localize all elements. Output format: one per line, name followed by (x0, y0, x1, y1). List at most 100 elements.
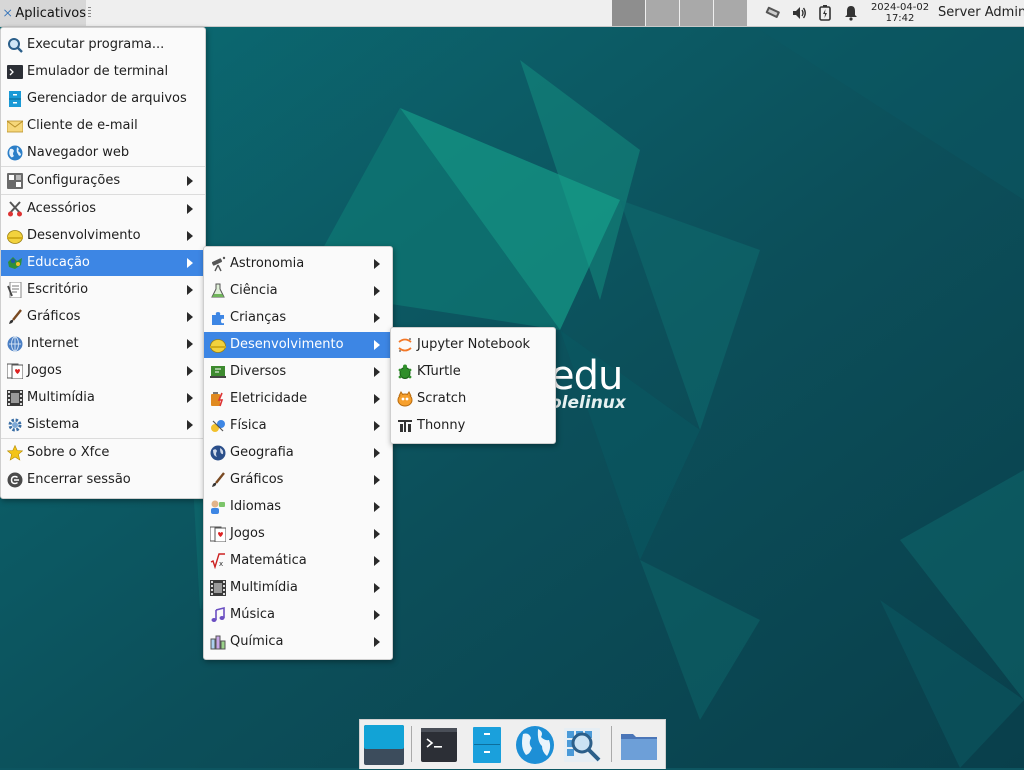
menu-item-quimica[interactable]: Química (204, 629, 392, 655)
battery-icon[interactable] (816, 4, 834, 22)
menu-item-jupyter-notebook[interactable]: Jupyter Notebook (391, 332, 555, 358)
star-icon (7, 445, 23, 461)
menu-item-kturtle[interactable]: KTurtle (391, 359, 555, 385)
menu-item-musica[interactable]: Música (204, 602, 392, 628)
menu-item-cliente-de-e-mail[interactable]: Cliente de e-mail (1, 113, 205, 139)
menu-item-acessorios[interactable]: Acessórios (1, 196, 205, 222)
submenu-arrow-icon (374, 340, 380, 350)
network-icon[interactable] (764, 4, 782, 22)
menu-item-multimidia[interactable]: Multimídia (204, 575, 392, 601)
menu-item-label: Matemática (230, 553, 307, 568)
menu-item-eletricidade[interactable]: Eletricidade (204, 386, 392, 412)
menu-item-educacao[interactable]: Educação (1, 250, 205, 276)
menu-item-navegador-web[interactable]: Navegador web (1, 140, 205, 166)
menu-item-configuracoes[interactable]: Configurações (1, 168, 205, 194)
games-icon (210, 526, 226, 542)
menu-item-gerenciador-de-arquivos[interactable]: Gerenciador de arquivos (1, 86, 205, 112)
menu-item-fisica[interactable]: Física (204, 413, 392, 439)
workspace-3[interactable] (680, 0, 713, 26)
terminal-icon[interactable] (418, 724, 460, 766)
menu-item-desenvolvimento[interactable]: Desenvolvimento (204, 332, 392, 358)
menu-item-label: Física (230, 418, 267, 433)
workspace-4[interactable] (714, 0, 747, 26)
menu-item-jogos[interactable]: Jogos (204, 521, 392, 547)
submenu-arrow-icon (374, 367, 380, 377)
menu-item-ciencia[interactable]: Ciência (204, 278, 392, 304)
workspace-2[interactable] (646, 0, 679, 26)
menu-item-matematica[interactable]: x Matemática (204, 548, 392, 574)
panel-handle-icon[interactable] (88, 7, 92, 19)
menu-item-label: Educação (27, 255, 90, 270)
chemistry-icon (210, 635, 226, 650)
wallpaper-logo: edu olelinux (550, 356, 626, 412)
menu-item-internet[interactable]: Internet (1, 331, 205, 357)
menu-item-label: Multimídia (230, 580, 298, 595)
science-icon (211, 283, 225, 298)
menu-item-geografia[interactable]: Geografia (204, 440, 392, 466)
games-icon (7, 363, 23, 379)
submenu-arrow-icon (187, 312, 193, 322)
submenu-arrow-icon (374, 421, 380, 431)
music-icon (211, 607, 225, 622)
file-manager-icon[interactable] (466, 724, 508, 766)
file-manager-icon (9, 91, 21, 107)
menu-separator (1, 166, 205, 167)
menu-item-label: Diversos (230, 364, 287, 379)
top-panel: Aplicativos 2024-04-02 17:42 Server Admi… (0, 0, 1024, 27)
submenu-arrow-icon (374, 556, 380, 566)
education-icon (8, 257, 22, 269)
submenu-arrow-icon (187, 285, 193, 295)
menu-item-label: Jogos (27, 363, 62, 378)
applications-menu-button[interactable]: Aplicativos (0, 0, 86, 26)
workspace-1[interactable] (612, 0, 645, 26)
graphics-icon (212, 472, 225, 487)
menu-item-label: KTurtle (417, 364, 461, 379)
menu-item-label: Eletricidade (230, 391, 308, 406)
menu-item-scratch[interactable]: Scratch (391, 386, 555, 412)
workspace-switcher[interactable] (612, 0, 748, 26)
menu-item-label: Gráficos (230, 472, 284, 487)
submenu-arrow-icon (374, 637, 380, 647)
scratch-icon (397, 391, 413, 407)
menu-item-thonny[interactable]: Thonny (391, 413, 555, 439)
user-menu[interactable]: Server Admin (938, 5, 1024, 20)
menu-item-diversos[interactable]: Diversos (204, 359, 392, 385)
education-development-submenu: Jupyter Notebook KTurtle Scratch Thonny (390, 327, 556, 444)
menu-item-desenvolvimento[interactable]: Desenvolvimento (1, 223, 205, 249)
wallpaper-logo-subtext: olelinux (550, 393, 626, 413)
menu-item-label: Sistema (27, 417, 80, 432)
geography-icon (210, 445, 226, 461)
web-browser-icon[interactable] (514, 724, 556, 766)
internet-icon (7, 336, 23, 352)
folder-icon[interactable] (618, 724, 660, 766)
menu-item-jogos[interactable]: Jogos (1, 358, 205, 384)
graphics-icon (9, 309, 22, 324)
menu-item-label: Química (230, 634, 284, 649)
applications-menu-label: Aplicativos (15, 5, 86, 21)
menu-item-executar-programa[interactable]: Executar programa... (1, 32, 205, 58)
menu-item-encerrar-sessao[interactable]: Encerrar sessão (1, 467, 205, 493)
menu-item-label: Crianças (230, 310, 287, 325)
dock (359, 719, 666, 769)
applications-menu: Executar programa... Emulador de terminal… (0, 27, 206, 499)
menu-item-sobre-o-xfce[interactable]: Sobre o Xfce (1, 440, 205, 466)
menu-item-escritorio[interactable]: Escritório (1, 277, 205, 303)
menu-separator (1, 438, 205, 439)
menu-item-graficos[interactable]: Gráficos (204, 467, 392, 493)
menu-item-sistema[interactable]: Sistema (1, 412, 205, 438)
menu-item-multimidia[interactable]: Multimídia (1, 385, 205, 411)
notification-bell-icon[interactable] (842, 4, 860, 22)
clock[interactable]: 2024-04-02 17:42 (866, 2, 934, 24)
show-desktop-icon[interactable] (363, 724, 405, 766)
submenu-arrow-icon (374, 583, 380, 593)
menu-item-idiomas[interactable]: Idiomas (204, 494, 392, 520)
menu-item-criancas[interactable]: Crianças (204, 305, 392, 331)
clock-date: 2024-04-02 (870, 2, 930, 13)
menu-item-graficos[interactable]: Gráficos (1, 304, 205, 330)
submenu-arrow-icon (187, 393, 193, 403)
app-finder-icon[interactable] (562, 724, 604, 766)
volume-icon[interactable] (790, 4, 808, 22)
menu-item-emulador-de-terminal[interactable]: Emulador de terminal (1, 59, 205, 85)
menu-item-astronomia[interactable]: Astronomia (204, 251, 392, 277)
run-icon (8, 38, 23, 53)
